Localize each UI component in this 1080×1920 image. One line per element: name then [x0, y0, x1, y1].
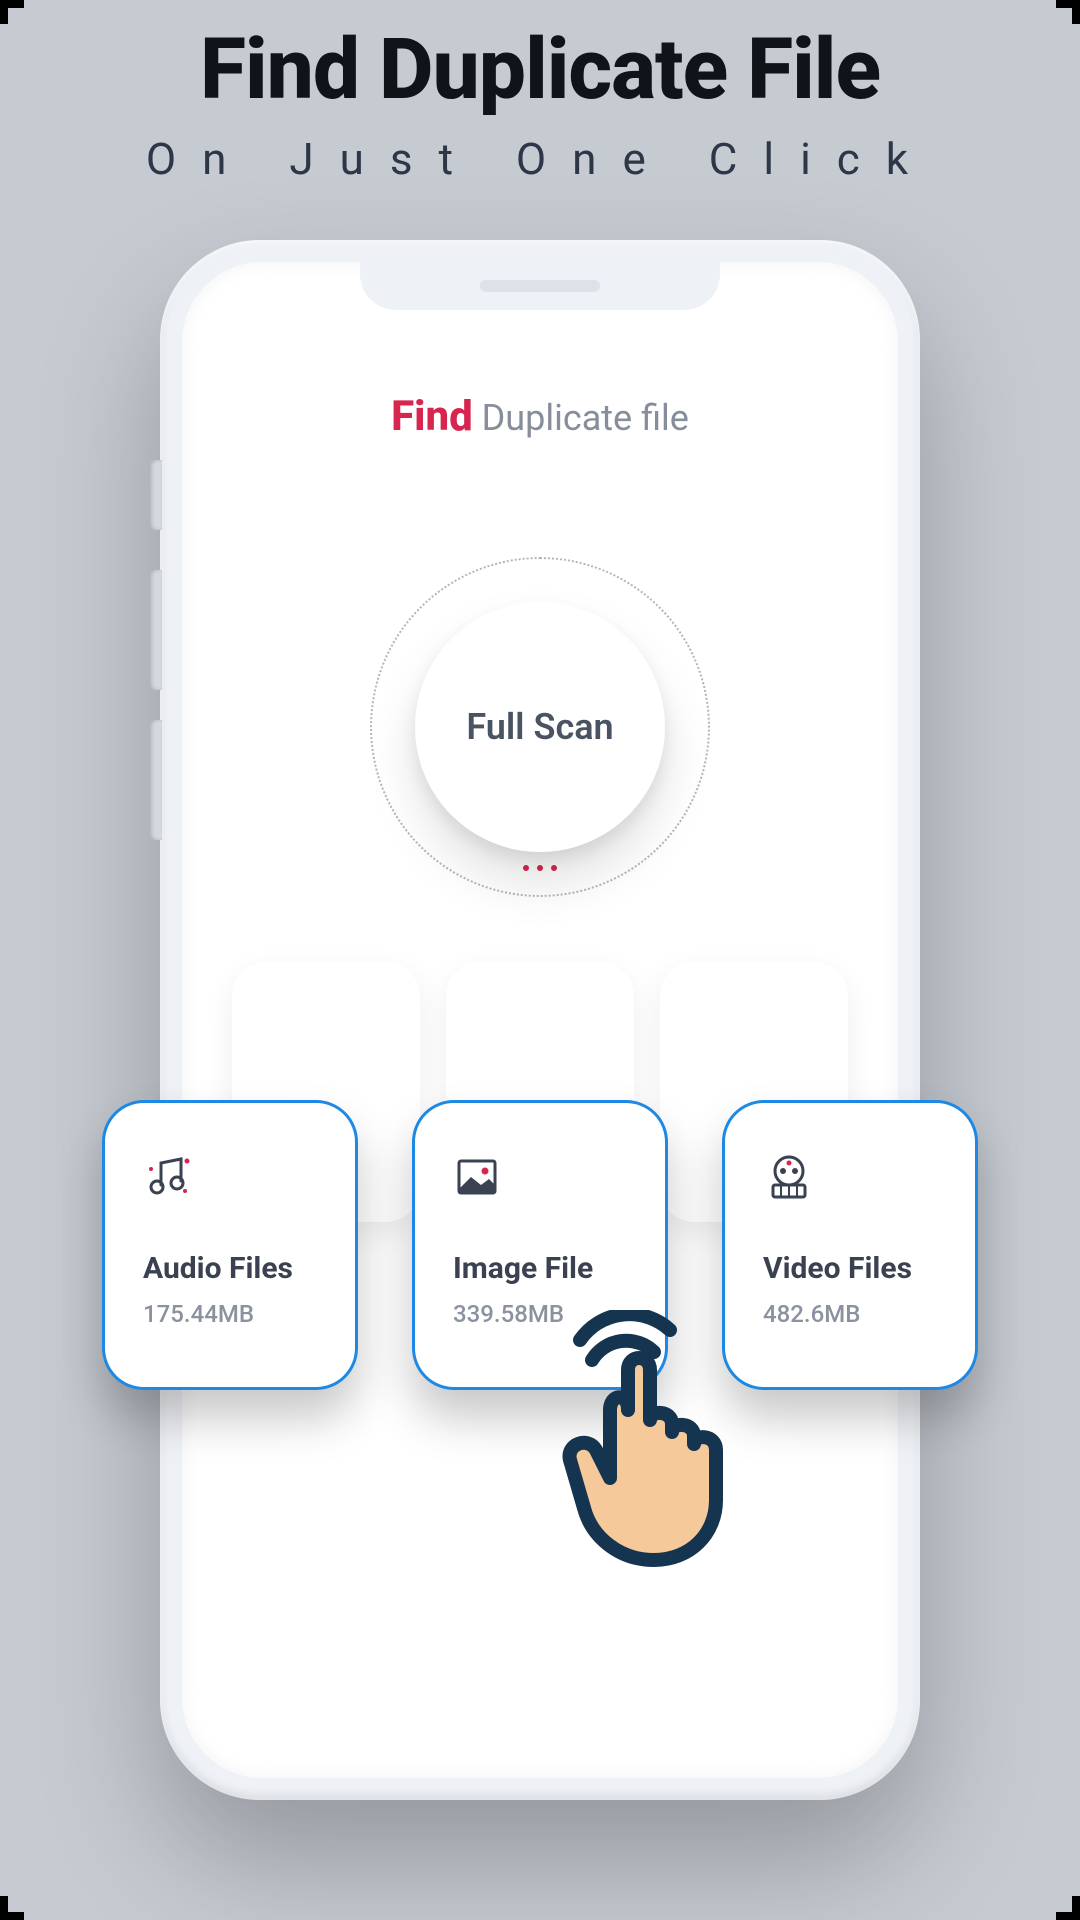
category-card-row: Audio Files 175.44MB Image File 339.58MB	[90, 1100, 990, 1390]
phone-screen: Find Duplicate file Full Scan	[182, 262, 898, 1778]
card-title: Audio Files	[143, 1251, 325, 1286]
crop-mark	[1056, 1896, 1080, 1920]
crop-mark	[0, 0, 24, 24]
music-icon	[143, 1147, 325, 1207]
category-card-audio[interactable]: Audio Files 175.44MB	[102, 1100, 358, 1390]
promo-headline: Find Duplicate File On Just One Click	[0, 0, 1080, 185]
card-size: 175.44MB	[143, 1300, 325, 1328]
video-icon	[763, 1147, 945, 1207]
category-card-video[interactable]: Video Files 482.6MB	[722, 1100, 978, 1390]
image-icon	[453, 1147, 635, 1207]
phone-notch	[360, 262, 720, 310]
scan-progress-dots	[523, 865, 557, 871]
crop-mark	[1056, 0, 1080, 24]
card-title: Image File	[453, 1251, 635, 1286]
headline-title: Find Duplicate File	[0, 20, 1080, 119]
phone-side-button	[150, 570, 162, 690]
crop-mark	[0, 1896, 24, 1920]
card-size: 339.58MB	[453, 1300, 635, 1328]
app-brand: Find	[391, 392, 473, 441]
app-suffix: Duplicate file	[482, 397, 689, 439]
category-card-image[interactable]: Image File 339.58MB	[412, 1100, 668, 1390]
scan-area: Full Scan	[370, 557, 710, 897]
full-scan-label: Full Scan	[466, 706, 613, 748]
phone-side-button	[150, 460, 162, 530]
card-size: 482.6MB	[763, 1300, 945, 1328]
card-title: Video Files	[763, 1251, 945, 1286]
headline-subtitle: On Just One Click	[0, 133, 1080, 185]
phone-side-button	[150, 720, 162, 840]
phone-mockup: Find Duplicate file Full Scan	[160, 240, 920, 1800]
full-scan-button[interactable]: Full Scan	[415, 602, 665, 852]
